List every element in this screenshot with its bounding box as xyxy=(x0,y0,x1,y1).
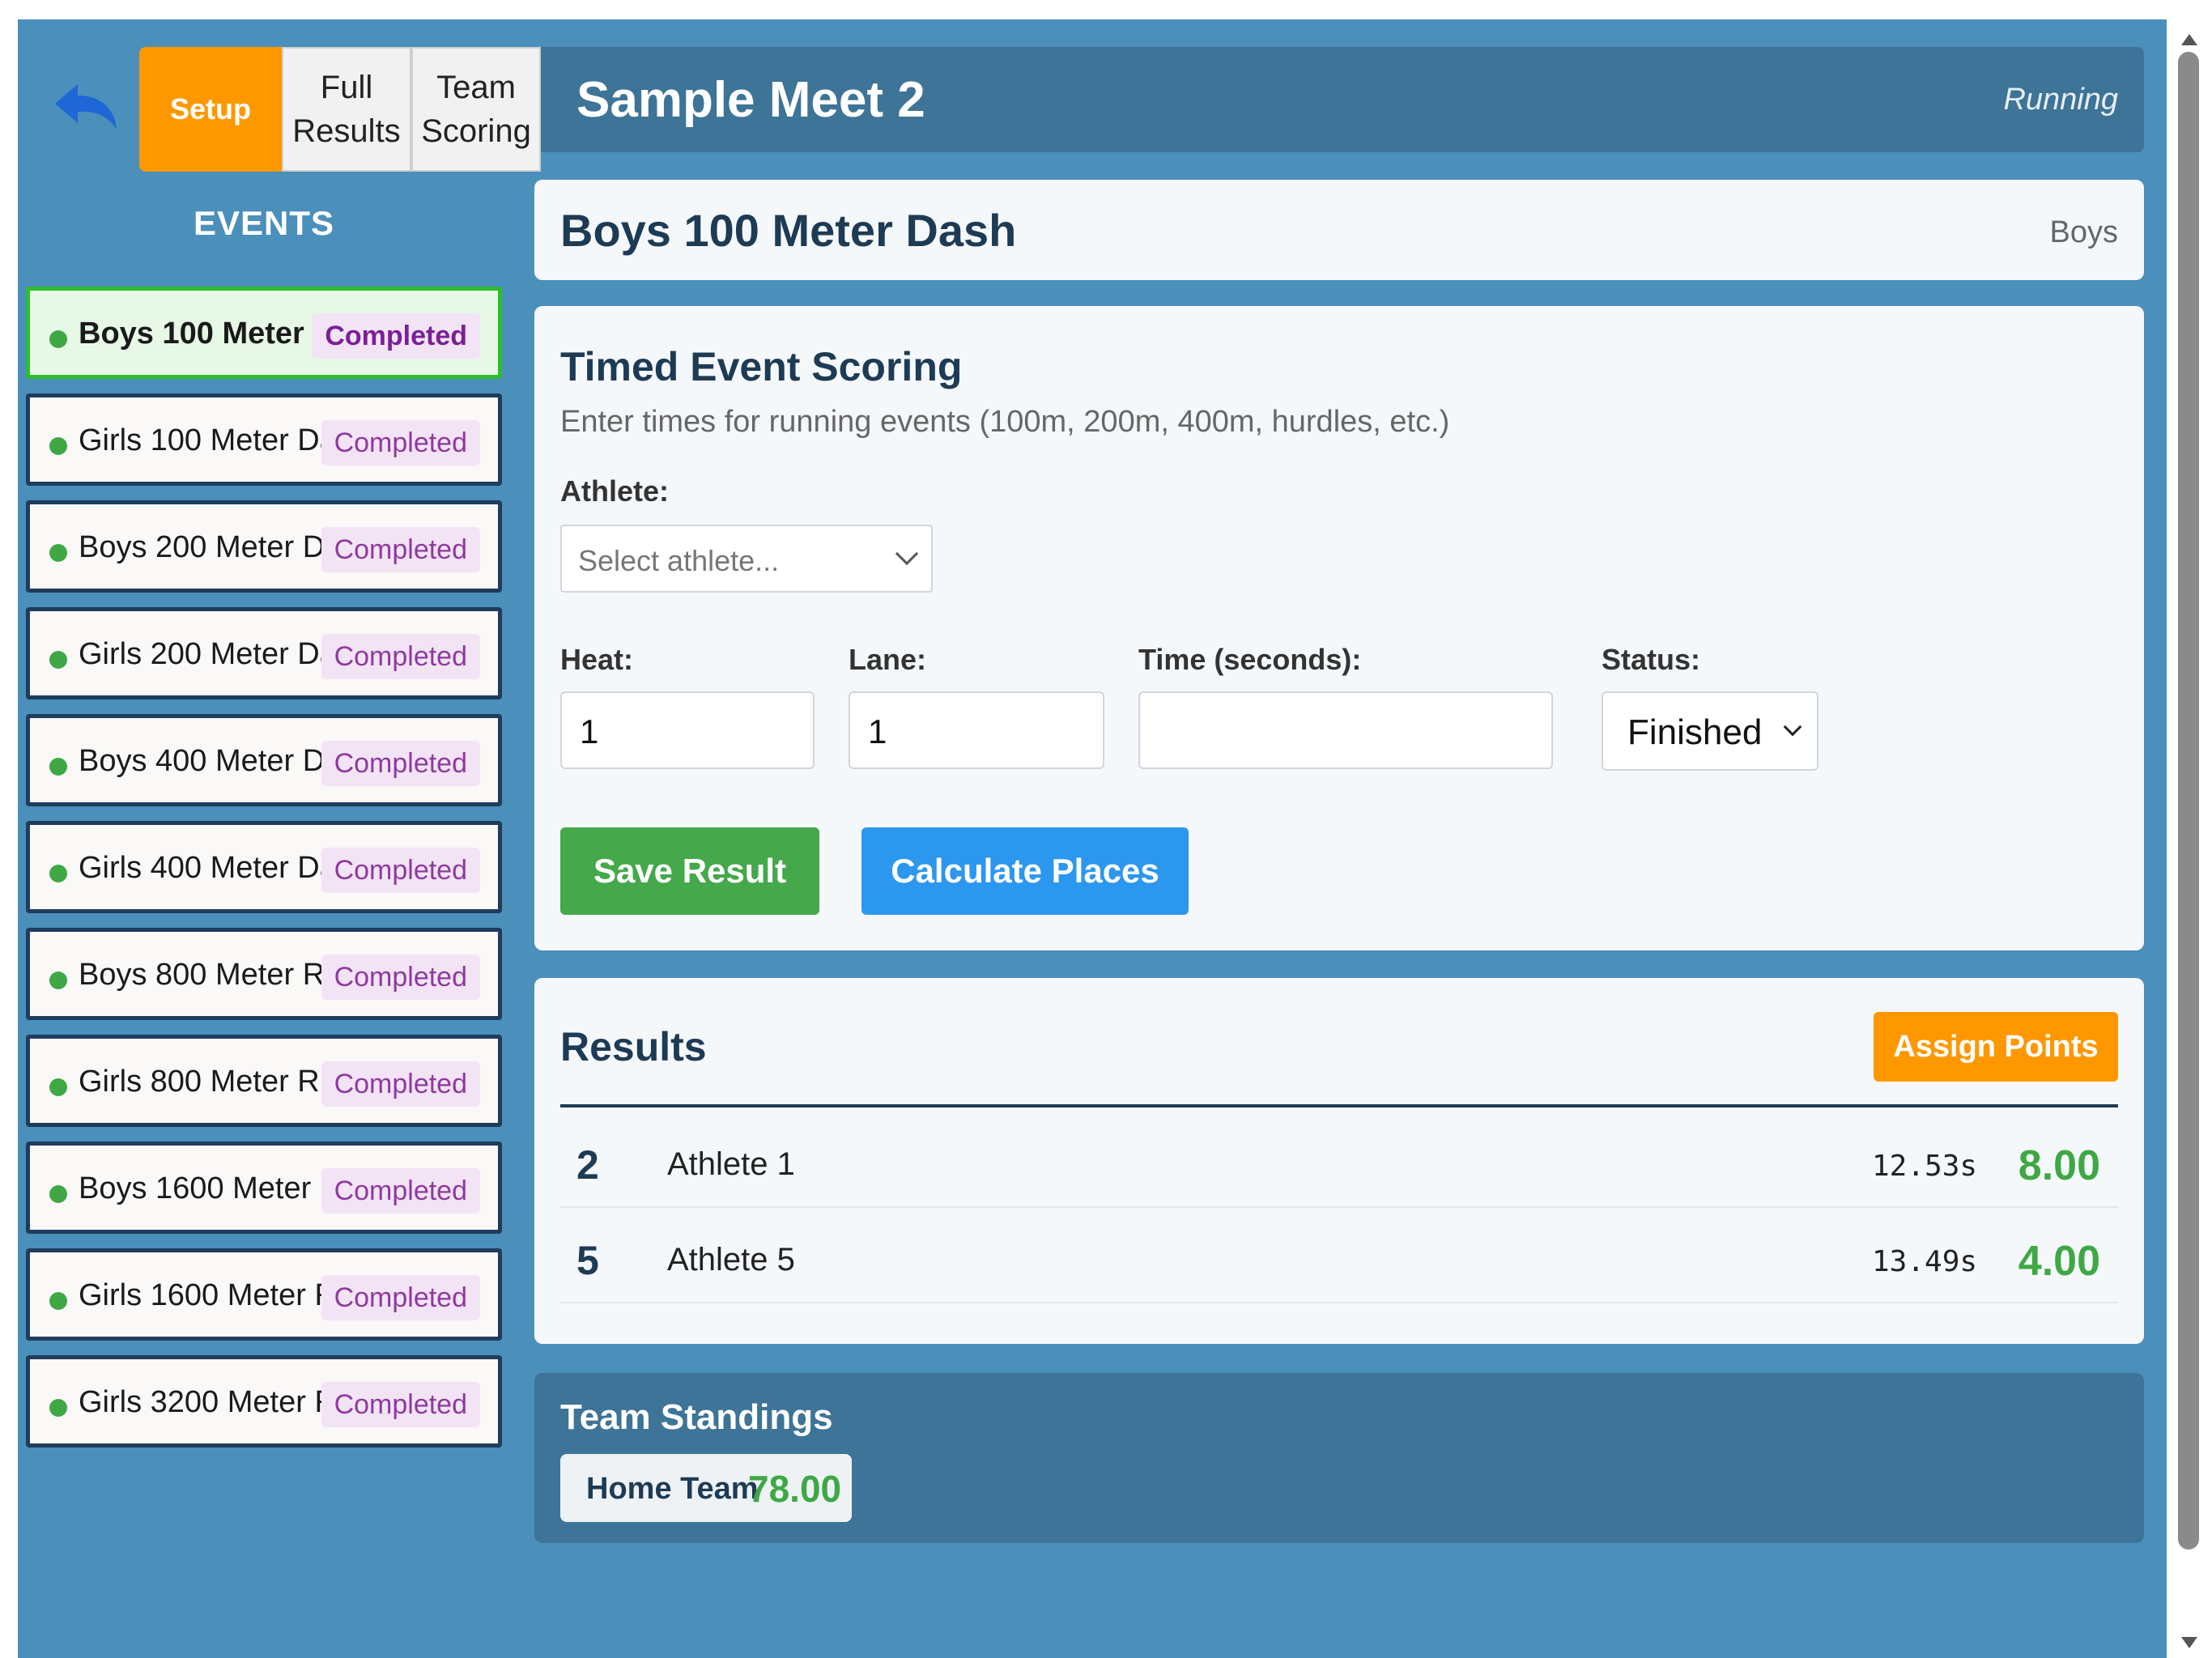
tab-team-scoring[interactable]: Team Scoring xyxy=(411,47,541,172)
status-badge: Completed xyxy=(321,634,480,679)
results-panel: Results Assign Points 2 Athlete 1 12.53s… xyxy=(534,978,2144,1344)
team-standing-chip: Home Team 78.00 xyxy=(560,1454,852,1522)
heat-label: Heat: xyxy=(560,643,634,676)
sidebar-event-item[interactable]: Boys 800 Meter Run Completed xyxy=(26,928,502,1020)
status-badge: Completed xyxy=(321,954,480,1000)
save-result-button[interactable]: Save Result xyxy=(560,827,819,915)
sidebar-event-item[interactable]: Girls 100 Meter Dash Completed xyxy=(26,393,502,486)
scroll-up-icon[interactable] xyxy=(2181,34,2197,45)
status-select-value: Finished xyxy=(1627,712,1763,752)
meet-title: Sample Meet 2 xyxy=(576,72,925,128)
status-dot-icon xyxy=(49,437,67,455)
event-header: Boys 100 Meter Dash Boys xyxy=(534,180,2144,280)
sidebar-event-item[interactable]: Boys 200 Meter Dash Completed xyxy=(26,500,502,593)
result-row: 5 Athlete 5 13.49s 4.00 xyxy=(560,1208,2118,1303)
status-dot-icon xyxy=(49,1078,67,1096)
status-badge: Completed xyxy=(321,1168,480,1214)
athlete-select-placeholder: Select athlete... xyxy=(578,544,780,577)
result-row: 2 Athlete 1 12.53s 8.00 xyxy=(560,1112,2118,1208)
page-scrollbar[interactable] xyxy=(2167,19,2212,1658)
status-dot-icon xyxy=(49,330,67,348)
team-standings-panel: Team Standings Home Team 78.00 xyxy=(534,1373,2144,1543)
tab-full-results[interactable]: Full Results xyxy=(282,47,411,172)
status-badge: Completed xyxy=(321,420,480,466)
scoring-title: Timed Event Scoring xyxy=(560,344,963,389)
back-arrow-icon xyxy=(55,84,117,130)
lane-label: Lane: xyxy=(849,643,927,676)
result-place: 2 xyxy=(576,1142,599,1188)
sidebar-event-name: Girls 800 Meter Run xyxy=(79,1065,355,1099)
back-button[interactable] xyxy=(50,76,123,141)
sidebar-event-item[interactable]: Girls 3200 Meter Run Completed xyxy=(26,1355,502,1448)
status-select[interactable]: Finished xyxy=(1602,691,1819,771)
status-dot-icon xyxy=(49,1292,67,1310)
status-badge: Completed xyxy=(321,848,480,893)
team-standings-title: Team Standings xyxy=(560,1397,833,1437)
status-dot-icon xyxy=(49,544,67,562)
athlete-label: Athlete: xyxy=(560,474,669,508)
team-name: Home Team xyxy=(586,1472,759,1506)
result-athlete: Athlete 1 xyxy=(667,1146,795,1182)
result-place: 5 xyxy=(576,1238,599,1283)
meet-status: Running xyxy=(2003,83,2118,117)
calculate-places-button[interactable]: Calculate Places xyxy=(861,827,1189,915)
result-time: 13.49s xyxy=(1872,1245,1978,1278)
status-dot-icon xyxy=(49,1185,67,1203)
athlete-select[interactable]: Select athlete... xyxy=(560,525,933,593)
events-heading: EVENTS xyxy=(193,204,335,242)
chevron-down-icon xyxy=(1783,717,1802,737)
sidebar-event-item[interactable]: Boys 1600 Meter Run Completed xyxy=(26,1141,502,1234)
status-badge: Completed xyxy=(321,741,480,786)
result-time: 12.53s xyxy=(1872,1150,1978,1183)
app-window: Setup Full Results Team Scoring Sample M… xyxy=(18,19,2167,1658)
sidebar-event-item[interactable]: Girls 800 Meter Run Completed xyxy=(26,1035,502,1127)
sidebar-event-name: Boys 800 Meter Run xyxy=(79,958,359,992)
assign-points-button[interactable]: Assign Points xyxy=(1874,1012,2118,1082)
sidebar-event-item[interactable]: Girls 1600 Meter Run Completed xyxy=(26,1248,502,1341)
status-dot-icon xyxy=(49,971,67,989)
sidebar-event-item[interactable]: Girls 200 Meter Dash Completed xyxy=(26,607,502,699)
status-label: Status: xyxy=(1602,643,1701,676)
status-badge: Completed xyxy=(321,1275,480,1320)
time-label: Time (seconds): xyxy=(1138,643,1362,676)
results-divider xyxy=(560,1104,2118,1107)
chevron-down-icon xyxy=(895,542,919,566)
status-badge: Completed xyxy=(321,1061,480,1107)
status-dot-icon xyxy=(49,1399,67,1417)
status-dot-icon xyxy=(49,865,67,882)
time-input[interactable] xyxy=(1138,691,1553,769)
scoring-description: Enter times for running events (100m, 20… xyxy=(560,405,1450,439)
result-points: 4.00 xyxy=(2018,1238,2100,1285)
event-gender: Boys xyxy=(2049,215,2118,249)
status-dot-icon xyxy=(49,651,67,669)
status-badge: Completed xyxy=(321,527,480,572)
scoring-panel: Timed Event Scoring Enter times for runn… xyxy=(534,306,2144,950)
heat-input[interactable]: 1 xyxy=(560,691,815,769)
meet-header: Sample Meet 2 Running xyxy=(541,47,2144,152)
sidebar-event-item[interactable]: Boys 100 Meter D... Completed xyxy=(26,287,502,379)
status-dot-icon xyxy=(49,758,67,776)
results-title: Results xyxy=(560,1024,707,1069)
sidebar-event-item[interactable]: Girls 400 Meter Dash Completed xyxy=(26,821,502,913)
status-badge: Completed xyxy=(321,1382,480,1427)
team-points: 78.00 xyxy=(748,1468,842,1510)
scroll-down-icon[interactable] xyxy=(2181,1637,2197,1648)
event-title: Boys 100 Meter Dash xyxy=(560,205,1017,256)
scroll-thumb[interactable] xyxy=(2178,52,2199,1550)
tab-setup[interactable]: Setup xyxy=(139,47,282,172)
status-badge: Completed xyxy=(312,313,480,359)
result-athlete: Athlete 5 xyxy=(667,1242,795,1278)
lane-input[interactable]: 1 xyxy=(849,691,1104,769)
result-points: 8.00 xyxy=(2018,1142,2100,1189)
sidebar-event-item[interactable]: Boys 400 Meter Dash Completed xyxy=(26,714,502,806)
